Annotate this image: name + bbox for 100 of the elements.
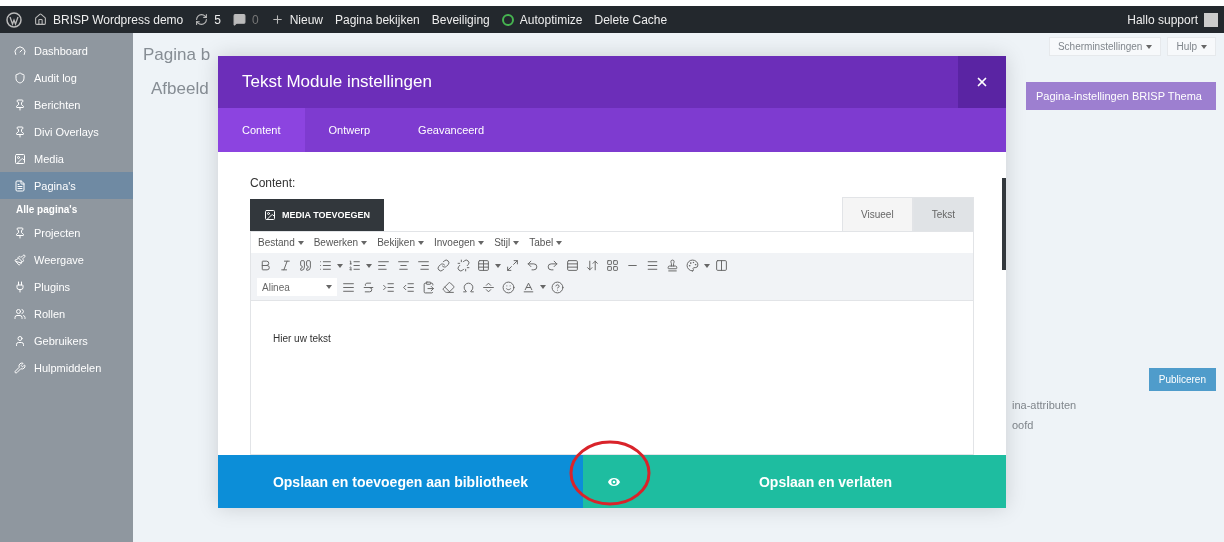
page-subtitle: Afbeeld: [151, 79, 210, 99]
dialog-tab[interactable]: Ontwerp: [304, 108, 395, 152]
wordpress-logo-icon[interactable]: [6, 11, 22, 28]
toolbar-link[interactable]: Beveiliging: [431, 12, 490, 27]
sidebar-item[interactable]: Media: [0, 145, 133, 172]
editor-tab[interactable]: Tekst: [912, 197, 974, 231]
italic-icon: [279, 259, 292, 272]
editor-menu[interactable]: Bewerken: [313, 237, 368, 248]
sidebar-item[interactable]: Plugins: [0, 273, 133, 300]
align-justify-icon: [342, 280, 355, 294]
toolbar-button[interactable]: [475, 257, 492, 274]
wrench-icon: [14, 361, 26, 374]
shield-icon: [14, 71, 26, 84]
screen-options-tab[interactable]: Scherminstellingen: [1048, 37, 1162, 56]
updates-link[interactable]: 5: [195, 12, 221, 27]
status-ring-icon: [501, 13, 514, 26]
brush-icon: [14, 253, 26, 266]
add-media-button[interactable]: MEDIA TOEVOEGEN: [250, 199, 384, 231]
refresh-icon: [195, 13, 209, 26]
editor-menu[interactable]: Bekijken: [377, 237, 424, 248]
avatar-icon: [1204, 12, 1218, 27]
indent-icon: [382, 280, 395, 294]
caret-icon: [297, 240, 304, 245]
sidebar-item[interactable]: Pagina's: [0, 172, 133, 199]
sort-icon: [586, 259, 599, 272]
toolbar-button[interactable]: [297, 257, 314, 274]
parent-label: oofd: [1012, 419, 1035, 431]
autoptimize-link[interactable]: Autoptimize: [501, 12, 583, 27]
publish-button[interactable]: Publiceren: [1148, 368, 1216, 391]
sidebar-item[interactable]: Berichten: [0, 91, 133, 118]
comment-icon: [232, 13, 246, 26]
sidebar-item[interactable]: Gebruikers: [0, 327, 133, 354]
stamp-icon: [666, 259, 679, 272]
settings-box-header: Pagina-instellingen BRISP Thema: [1026, 82, 1216, 110]
caret-icon: [495, 263, 501, 268]
toolbar-link[interactable]: Pagina bekijken: [335, 12, 420, 27]
redo-icon: [546, 259, 559, 272]
align-center-icon: [397, 259, 410, 272]
caret-icon: [337, 263, 343, 268]
editor-menu[interactable]: Tabel: [529, 237, 563, 248]
caret-icon: [326, 285, 332, 289]
undo-icon: [526, 259, 539, 272]
toolbar-button[interactable]: [713, 257, 730, 274]
sidebar-subitem[interactable]: Alle pagina's: [0, 199, 133, 219]
toolbar-button[interactable]: [549, 278, 566, 296]
palette-icon: [686, 259, 699, 272]
editor-menu[interactable]: Stijl: [494, 237, 520, 248]
comments-link[interactable]: 0: [232, 12, 259, 27]
eraser-icon: [442, 280, 455, 294]
smiley-icon: [502, 280, 515, 294]
preview-button[interactable]: [583, 455, 645, 508]
toolbar-link[interactable]: Delete Cache: [594, 12, 668, 27]
sidebar-item[interactable]: Dashboard: [0, 37, 133, 64]
pin-icon: [14, 125, 26, 138]
toolbar-button[interactable]: [684, 257, 701, 274]
caret-icon: [418, 240, 424, 245]
site-link[interactable]: BRISP Wordpress demo: [34, 12, 184, 27]
link-icon: [437, 259, 450, 272]
plus-icon: [270, 13, 284, 26]
toolbar-button[interactable]: [564, 257, 581, 274]
dialog-tab[interactable]: Geavanceerd: [394, 108, 509, 152]
sidebar-item[interactable]: Weergave: [0, 246, 133, 273]
align-right-icon: [417, 259, 430, 272]
read-more-icon: [482, 280, 495, 294]
help-tab[interactable]: Hulp: [1167, 37, 1216, 56]
columns-icon: [715, 259, 728, 272]
editor-text[interactable]: Hier uw tekst: [251, 301, 973, 454]
pin-icon: [14, 226, 26, 239]
attributes-heading: ina-attributen: [1012, 399, 1078, 411]
toolbar-button[interactable]: [604, 257, 621, 274]
sidebar-item[interactable]: Projecten: [0, 219, 133, 246]
editor-tab[interactable]: Visueel: [842, 197, 913, 231]
toolbar-button[interactable]: [500, 278, 517, 296]
dialog-tab[interactable]: Content: [218, 108, 305, 152]
sidebar-item[interactable]: Rollen: [0, 300, 133, 327]
caret-icon: [556, 240, 563, 245]
sidebar-item[interactable]: Audit log: [0, 64, 133, 91]
fullscreen-icon: [506, 259, 519, 272]
caret-icon: [478, 240, 485, 245]
sidebar-item[interactable]: Hulpmiddelen: [0, 354, 133, 381]
scrollbar[interactable]: [1002, 178, 1006, 270]
strikethrough-icon: [362, 280, 375, 294]
toolbar-button[interactable]: [504, 257, 521, 274]
sidebar-item[interactable]: Divi Overlays: [0, 118, 133, 145]
toolbar-button[interactable]: [435, 257, 452, 274]
grid-icon: [606, 259, 619, 272]
bullet-list-icon: [319, 259, 332, 272]
numbered-list-icon: [348, 259, 361, 272]
caret-icon: [366, 263, 372, 268]
editor-menu[interactable]: Bestand: [258, 237, 304, 248]
caret-icon: [704, 263, 710, 268]
save-library-button[interactable]: Opslaan en toevoegen aan bibliotheek: [218, 455, 583, 508]
quote-icon: [299, 259, 312, 272]
toolbar-button[interactable]: [455, 257, 472, 274]
caret-icon: [513, 240, 520, 245]
editor-menu[interactable]: Invoegen: [434, 237, 485, 248]
close-icon: [975, 75, 989, 89]
account-link[interactable]: Hallo support: [1127, 12, 1218, 27]
format-select[interactable]: Alinea: [257, 278, 337, 296]
new-link[interactable]: Nieuw: [270, 12, 323, 27]
